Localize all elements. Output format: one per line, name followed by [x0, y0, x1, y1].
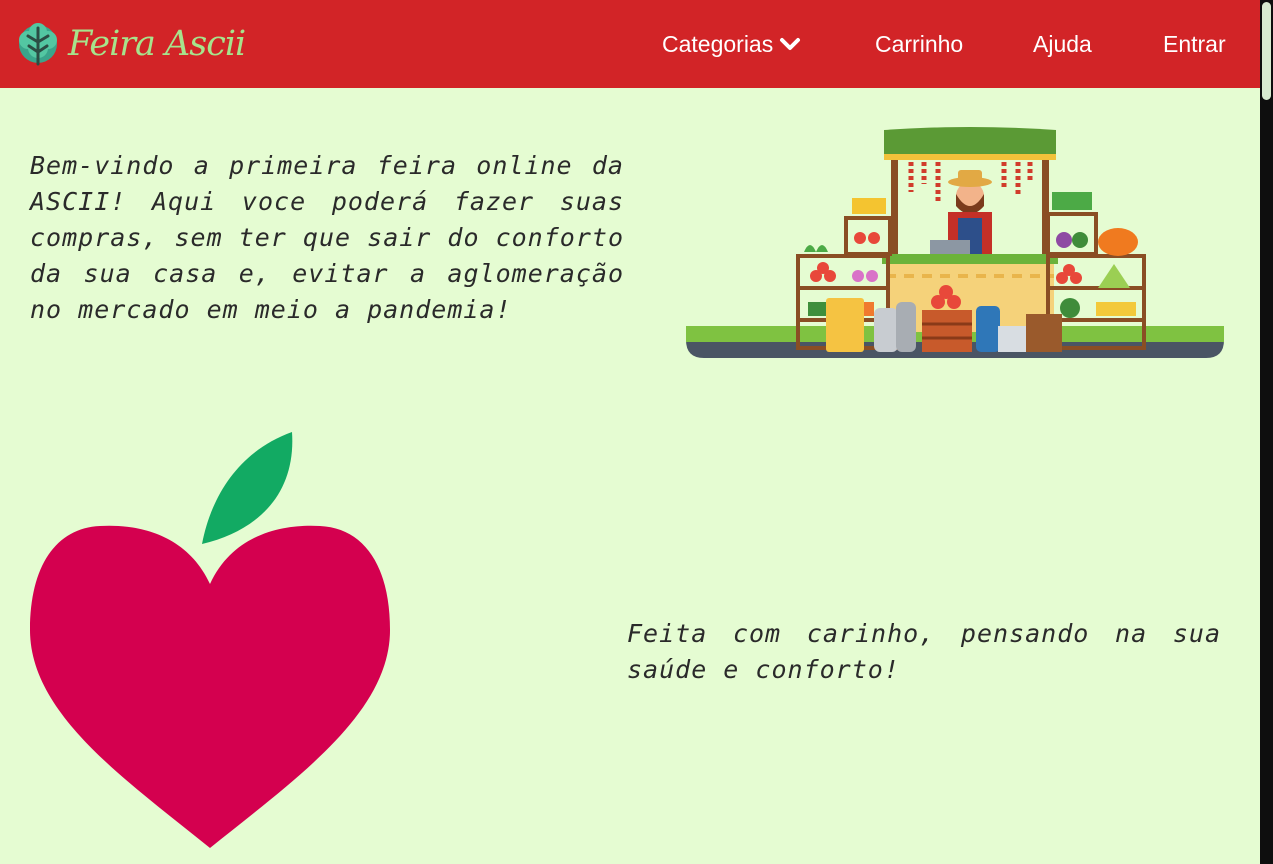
nav-help[interactable]: Ajuda [1033, 28, 1092, 60]
navbar: Feira Ascii Categorias Carrinho Ajuda En… [0, 0, 1260, 88]
chevron-down-icon [780, 38, 801, 50]
brand-name: Feira Ascii [68, 23, 246, 64]
made-with-care-text: Feita com carinho, pensando na sua saúde… [627, 619, 1221, 684]
leaf-icon [19, 23, 57, 66]
nav-categories[interactable]: Categorias [662, 28, 801, 60]
market-stall-illustration [686, 127, 1224, 358]
apple-heart-illustration [30, 432, 390, 848]
brand-link[interactable]: Feira Ascii [14, 16, 246, 72]
scrollbar[interactable] [1260, 0, 1273, 864]
nav-categories-label: Categorias [662, 31, 774, 57]
scrollbar-thumb[interactable] [1262, 2, 1271, 100]
welcome-text: Bem-vindo a primeira feira online da ASC… [30, 151, 624, 324]
nav-login[interactable]: Entrar [1163, 28, 1226, 60]
nav-cart[interactable]: Carrinho [875, 28, 963, 60]
